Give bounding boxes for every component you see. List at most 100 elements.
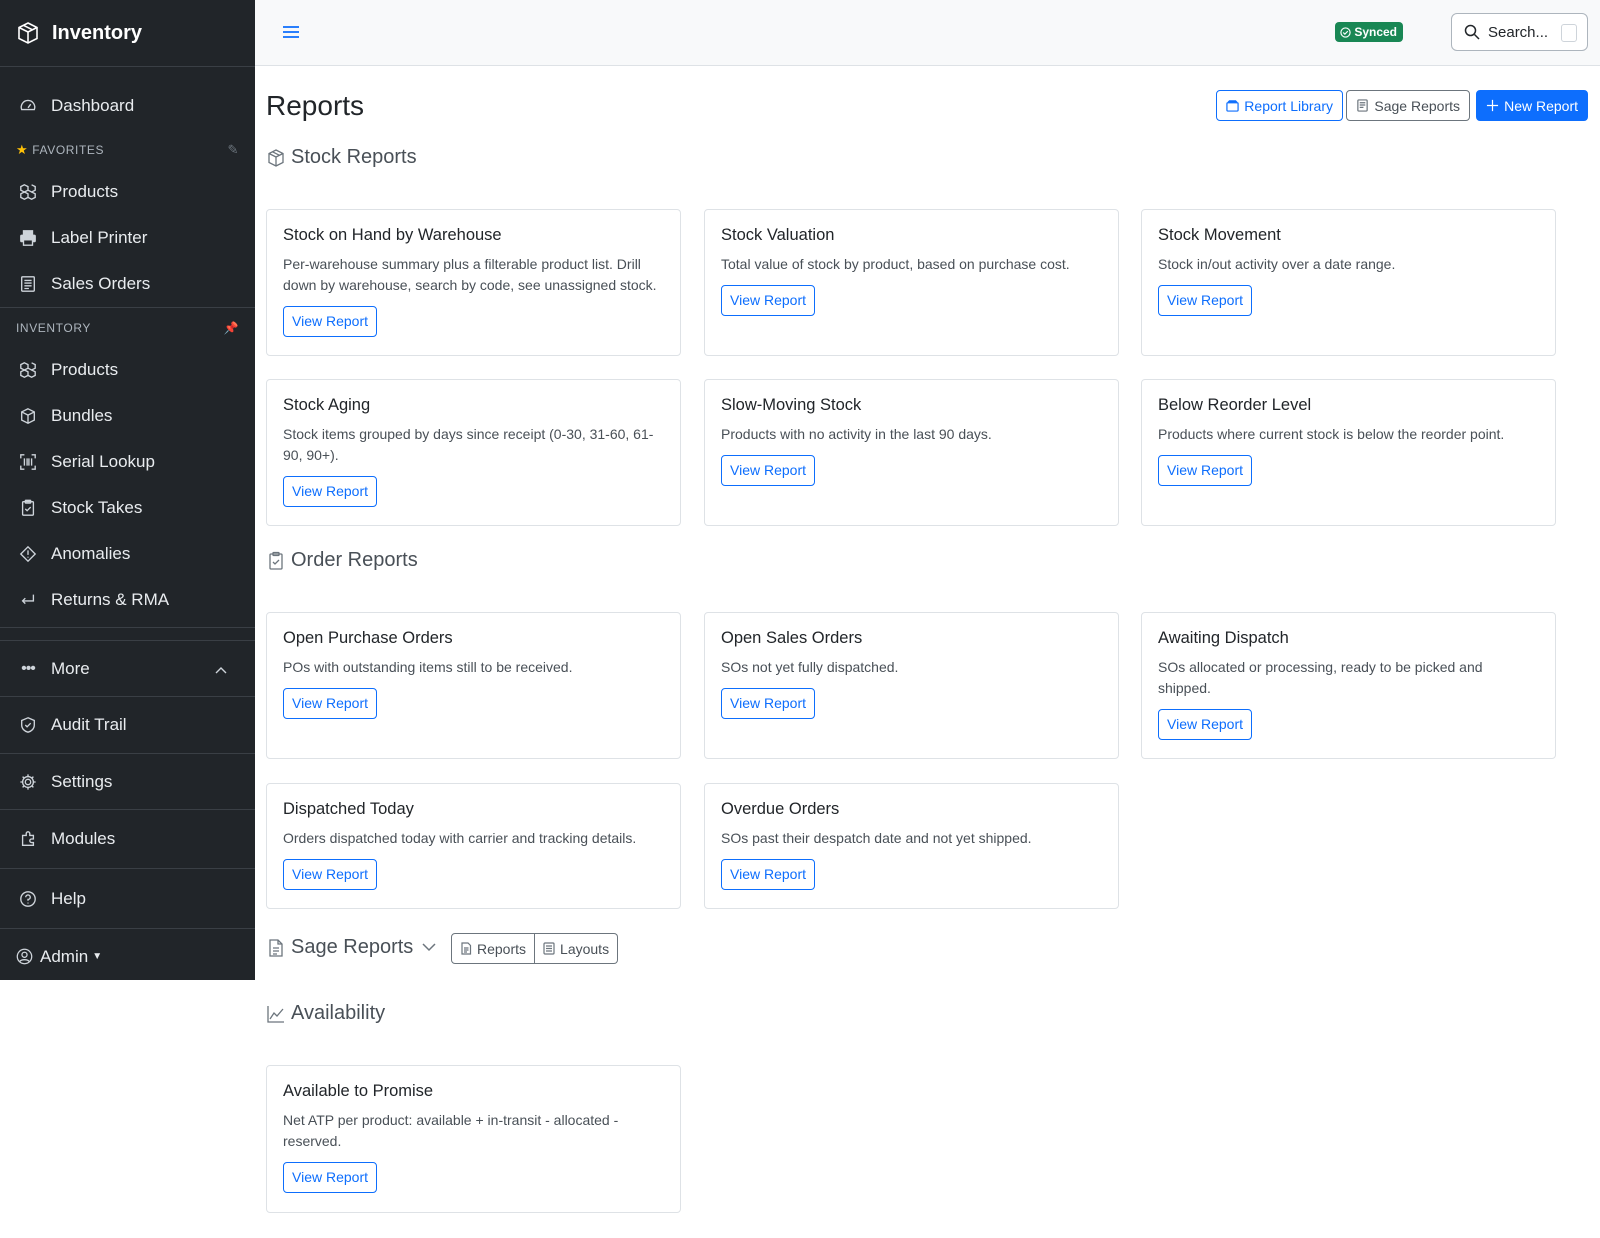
card-description: Total value of stock by product, based o… [721, 256, 1070, 272]
boxes-icon [18, 360, 38, 380]
sidebar-item-dashboard[interactable]: Dashboard [0, 83, 255, 129]
report-card: Stock Valuation Total value of stock by … [704, 209, 1119, 356]
favorites-label: FAVORITES [32, 143, 105, 157]
report-card: Stock Movement Stock in/out activity ove… [1141, 209, 1556, 356]
view-report-button[interactable]: View Report [283, 859, 378, 890]
sidebar-item-label: More [51, 658, 90, 678]
sidebar-item-audit-trail[interactable]: Audit Trail [0, 697, 255, 753]
report-card: Below Reorder Level Products where curre… [1141, 379, 1556, 526]
user-name: Admin [40, 946, 89, 966]
favorites-section-label: ★ FAVORITES ✎ [0, 135, 255, 165]
plus-icon [1487, 99, 1499, 112]
sidebar-more-toggle[interactable]: ••• More [0, 641, 255, 696]
user-menu[interactable]: Admin ▼ [0, 929, 255, 984]
toggle-label: Layouts [560, 940, 610, 957]
sidebar-item-label: Bundles [51, 406, 113, 425]
card-description: SOs not yet fully dispatched. [721, 659, 899, 675]
section-title: Sage Reports [291, 936, 414, 958]
hamburger-menu-icon[interactable] [281, 22, 301, 42]
clipboard-check-icon [266, 550, 286, 572]
view-report-button[interactable]: View Report [721, 859, 816, 890]
search-input[interactable]: Search... [1451, 13, 1588, 51]
card-description: Products with no activity in the last 90… [721, 426, 992, 442]
sage-reports-heading[interactable]: Sage Reports [266, 936, 436, 959]
card-description: Stock items grouped by days since receip… [283, 426, 654, 463]
report-card: Stock on Hand by Warehouse Per-warehouse… [266, 209, 681, 356]
sidebar-item-sales-orders[interactable]: Sales Orders [0, 261, 255, 307]
sidebar-item-label: Returns & RMA [51, 590, 170, 609]
sage-view-toggle: Reports Layouts [451, 933, 619, 964]
app-title: Inventory [52, 21, 143, 44]
card-description: SOs past their despatch date and not yet… [721, 830, 1032, 846]
sage-layouts-tab[interactable]: Layouts [535, 933, 619, 964]
question-circle-icon [18, 889, 38, 909]
box-icon [18, 406, 38, 426]
view-report-button[interactable]: View Report [1158, 285, 1253, 316]
view-report-button[interactable]: View Report [283, 1162, 378, 1193]
view-report-button[interactable]: View Report [1158, 709, 1253, 740]
document-icon [461, 942, 472, 955]
card-title: Available to Promise [283, 1082, 434, 1100]
collection-icon [1226, 100, 1239, 112]
inventory-label: INVENTORY [16, 321, 91, 335]
sidebar-item-stock-takes[interactable]: Stock Takes [0, 485, 255, 531]
printer-icon [18, 228, 38, 248]
gear-icon [18, 772, 38, 792]
view-report-button[interactable]: View Report [721, 455, 816, 486]
view-report-button[interactable]: View Report [1158, 455, 1253, 486]
card-title: Overdue Orders [721, 800, 840, 818]
new-report-button[interactable]: New Report [1476, 90, 1588, 121]
card-description: POs with outstanding items still to be r… [283, 659, 573, 675]
sync-status-label: Synced [1354, 25, 1397, 39]
order-reports-heading: Order Reports [266, 549, 418, 572]
search-icon [1464, 24, 1480, 40]
card-description: Per-warehouse summary plus a filterable … [283, 256, 657, 293]
view-report-button[interactable]: View Report [721, 285, 816, 316]
sidebar: Inventory Dashboard ★ FAVORITES ✎ Product… [0, 0, 255, 980]
view-report-button[interactable]: View Report [283, 476, 378, 507]
check-circle-icon [1340, 26, 1351, 38]
star-icon: ★ [16, 142, 29, 157]
sage-reports-tab[interactable]: Reports [451, 933, 536, 964]
sidebar-item-label: Help [51, 888, 86, 908]
button-label: Sage Reports [1374, 97, 1460, 114]
brand[interactable]: Inventory [0, 0, 255, 67]
sidebar-item-label: Anomalies [51, 544, 131, 563]
speedometer-icon [18, 96, 38, 116]
card-title: Below Reorder Level [1158, 396, 1312, 414]
sidebar-item-anomalies[interactable]: Anomalies [0, 531, 255, 577]
view-report-button[interactable]: View Report [721, 688, 816, 719]
sidebar-item-bundles[interactable]: Bundles [0, 393, 255, 439]
sidebar-item-serial-lookup[interactable]: Serial Lookup [0, 439, 255, 485]
sage-reports-button[interactable]: Sage Reports [1346, 90, 1470, 121]
sidebar-item-help[interactable]: Help [0, 869, 255, 928]
card-title: Stock on Hand by Warehouse [283, 226, 502, 244]
report-card: Available to Promise Net ATP per product… [266, 1065, 681, 1213]
caret-down-icon: ▼ [92, 951, 103, 962]
sidebar-item-products[interactable]: Products [0, 347, 255, 393]
sidebar-item-modules[interactable]: Modules [0, 810, 255, 868]
sidebar-item-label-printer[interactable]: Label Printer [0, 215, 255, 261]
box-logo-icon [18, 22, 38, 44]
card-title: Stock Aging [283, 396, 371, 414]
document-icon [1357, 99, 1369, 112]
sidebar-item-returns[interactable]: Returns & RMA [0, 577, 255, 623]
report-card: Dispatched Today Orders dispatched today… [266, 783, 681, 909]
report-card: Overdue Orders SOs past their despatch d… [704, 783, 1119, 909]
card-title: Dispatched Today [283, 800, 414, 818]
document-icon [266, 937, 286, 959]
view-report-button[interactable]: View Report [283, 306, 378, 337]
pencil-icon[interactable]: ✎ [228, 142, 240, 158]
sidebar-item-settings[interactable]: Settings [0, 754, 255, 809]
sidebar-item-label: Serial Lookup [51, 452, 155, 471]
card-description: Stock in/out activity over a date range. [1158, 256, 1396, 272]
view-report-button[interactable]: View Report [283, 688, 378, 719]
chevron-down-icon[interactable] [422, 943, 436, 952]
sidebar-item-favorite-products[interactable]: Products [0, 169, 255, 215]
report-library-button[interactable]: Report Library [1216, 90, 1343, 121]
pin-icon[interactable]: 📌 [223, 321, 239, 335]
sidebar-item-label: Audit Trail [51, 715, 127, 734]
section-title: Availability [291, 1002, 386, 1024]
sidebar-item-label: Settings [51, 771, 113, 791]
card-title: Stock Movement [1158, 226, 1281, 244]
